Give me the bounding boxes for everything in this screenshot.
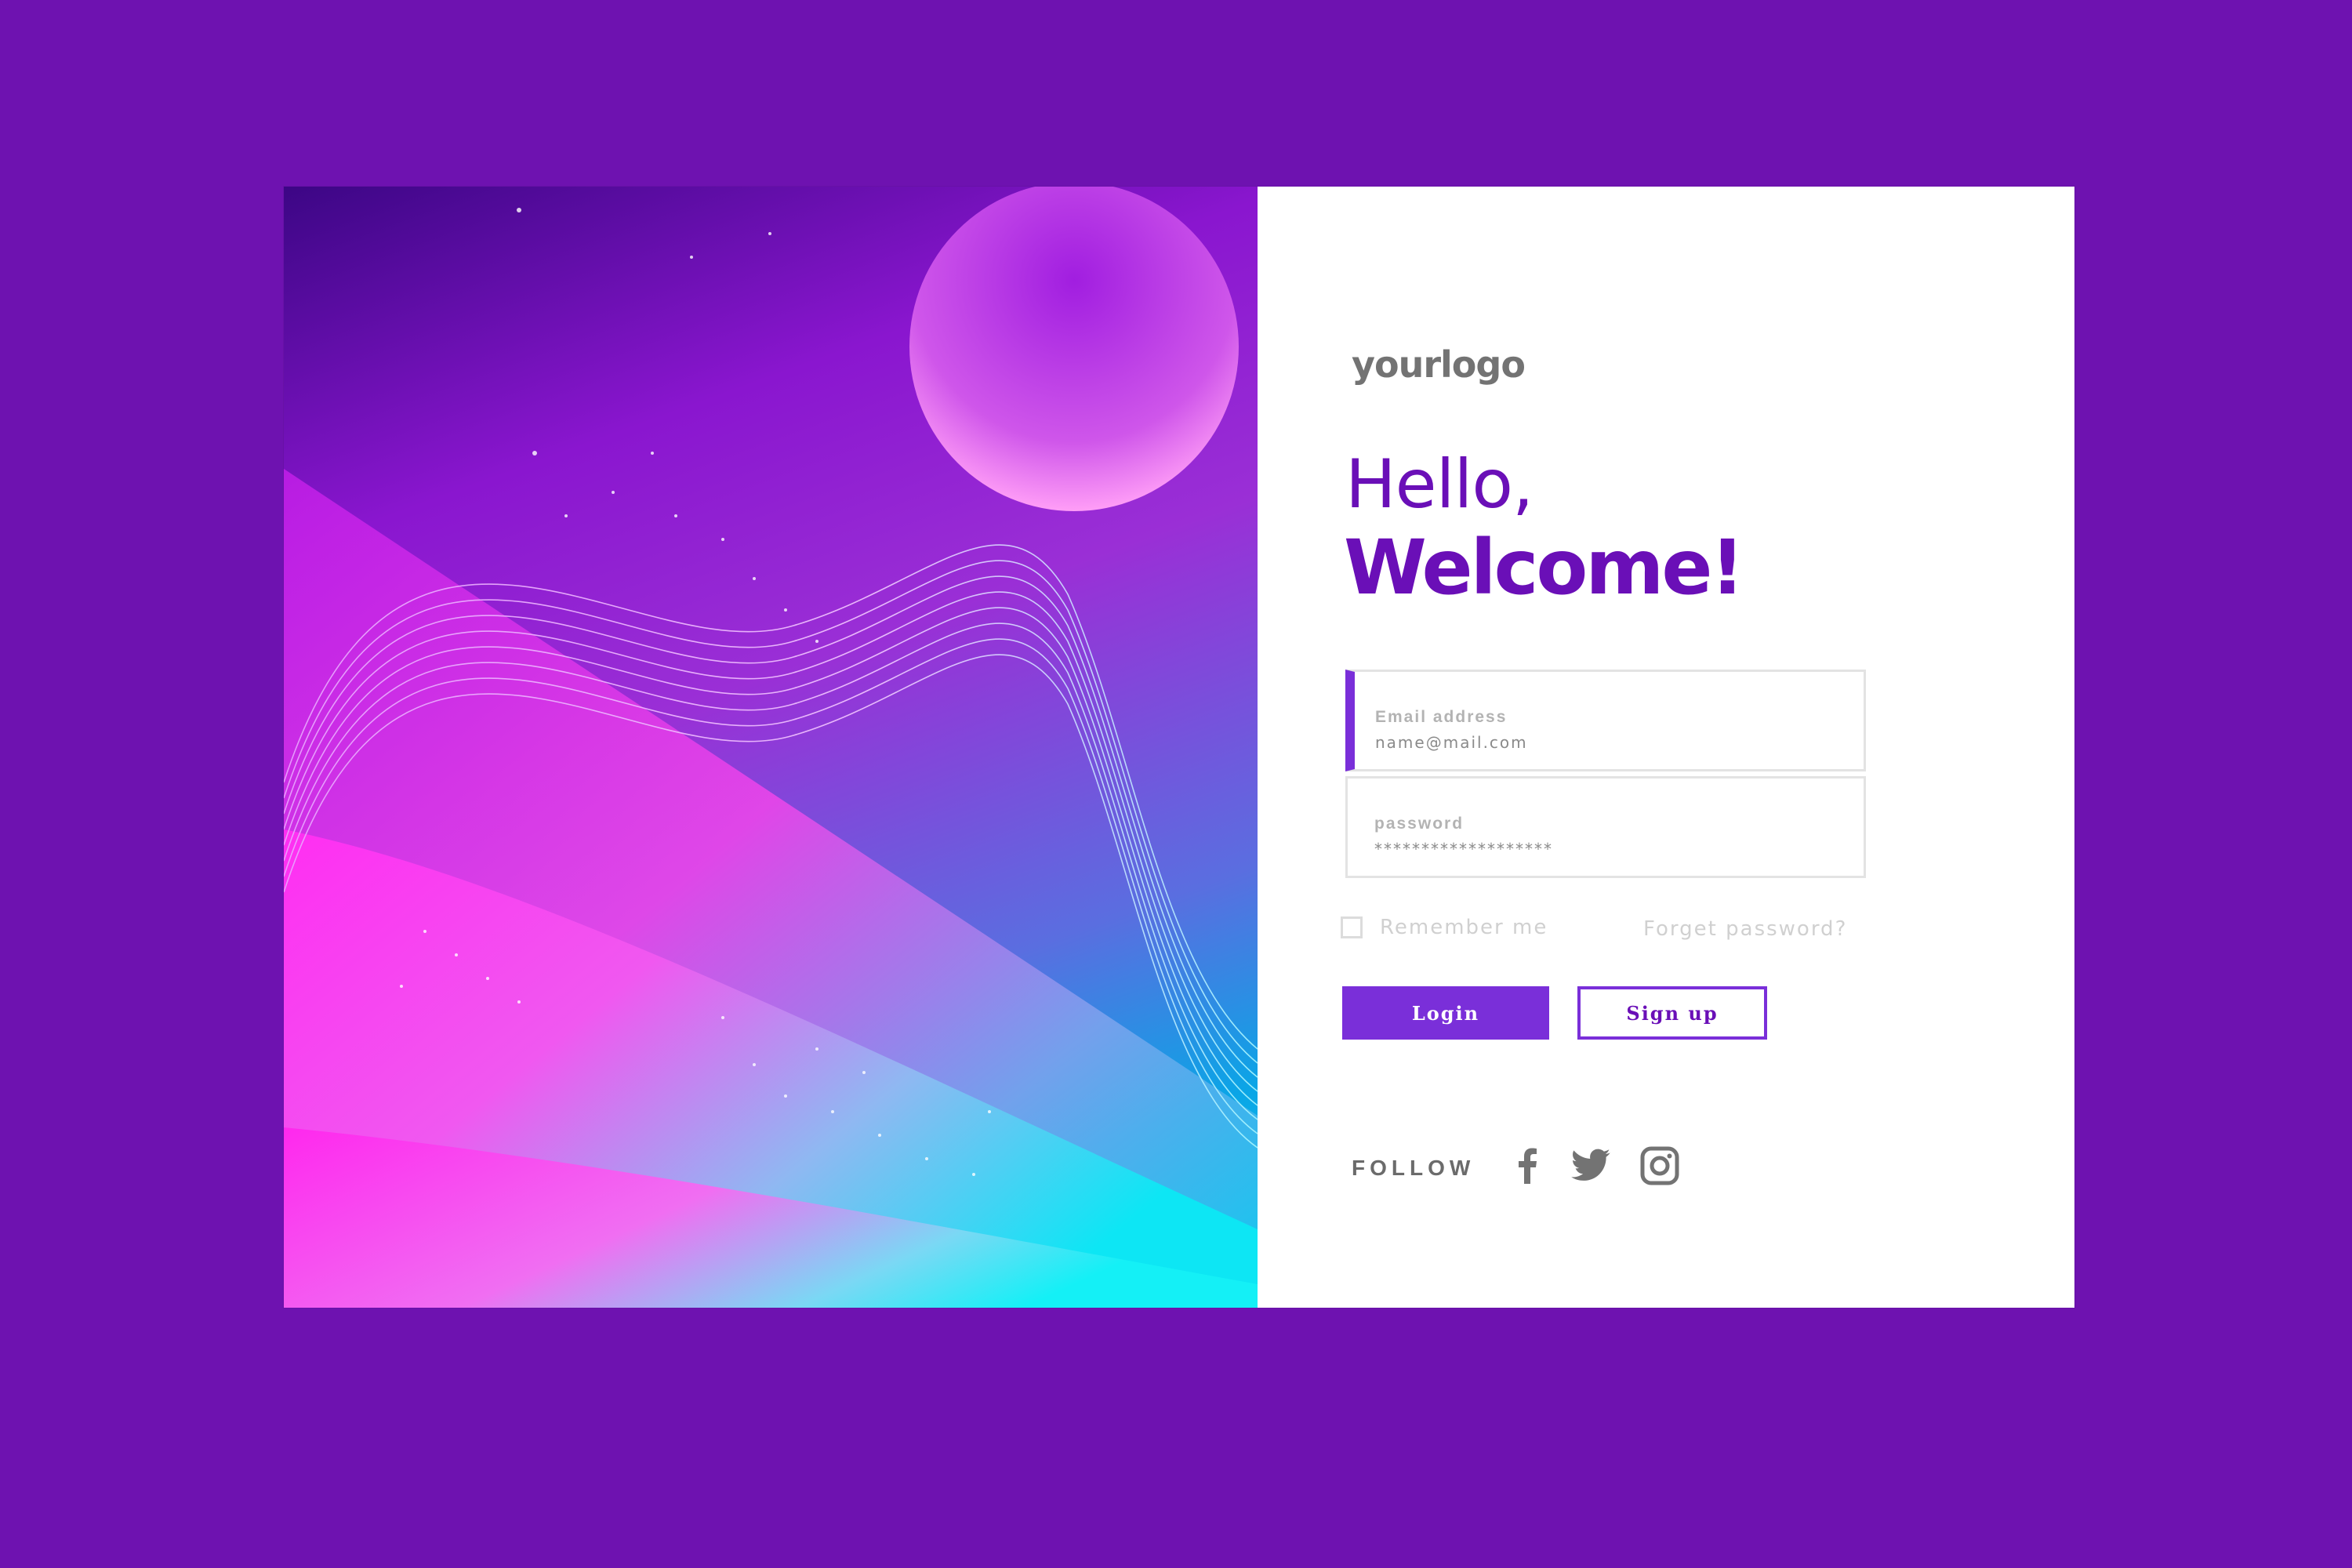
forgot-password-link[interactable]: Forget password? <box>1643 917 1847 941</box>
facebook-icon[interactable] <box>1507 1145 1549 1187</box>
twitter-icon[interactable] <box>1570 1145 1612 1187</box>
login-card: yourlogo Hello, Welcome! Email address n… <box>284 187 2074 1308</box>
password-label: password <box>1374 815 1465 833</box>
login-button[interactable]: Login <box>1342 986 1549 1040</box>
password-field[interactable]: password ******************* <box>1345 776 1866 878</box>
greeting-line-2: Welcome! <box>1344 524 1744 612</box>
follow-label: FOLLOW <box>1352 1156 1475 1180</box>
password-input[interactable]: ******************* <box>1374 840 1553 858</box>
brand-logo[interactable]: yourlogo <box>1352 343 1526 386</box>
signup-button[interactable]: Sign up <box>1577 986 1767 1040</box>
moon-shape <box>909 187 1239 511</box>
instagram-icon[interactable] <box>1639 1145 1681 1187</box>
greeting-line-1: Hello, <box>1345 445 1534 524</box>
remember-me-control[interactable]: Remember me <box>1341 916 1548 939</box>
email-field[interactable]: Email address name@mail.com <box>1345 670 1866 771</box>
decorative-artwork <box>284 187 1258 1308</box>
abstract-landscape-illustration <box>284 187 1258 1308</box>
remember-me-label: Remember me <box>1380 916 1548 939</box>
remember-me-checkbox[interactable] <box>1341 916 1363 938</box>
login-panel: yourlogo Hello, Welcome! Email address n… <box>1258 187 2074 1308</box>
email-label: Email address <box>1375 708 1508 726</box>
email-input[interactable]: name@mail.com <box>1375 733 1528 752</box>
